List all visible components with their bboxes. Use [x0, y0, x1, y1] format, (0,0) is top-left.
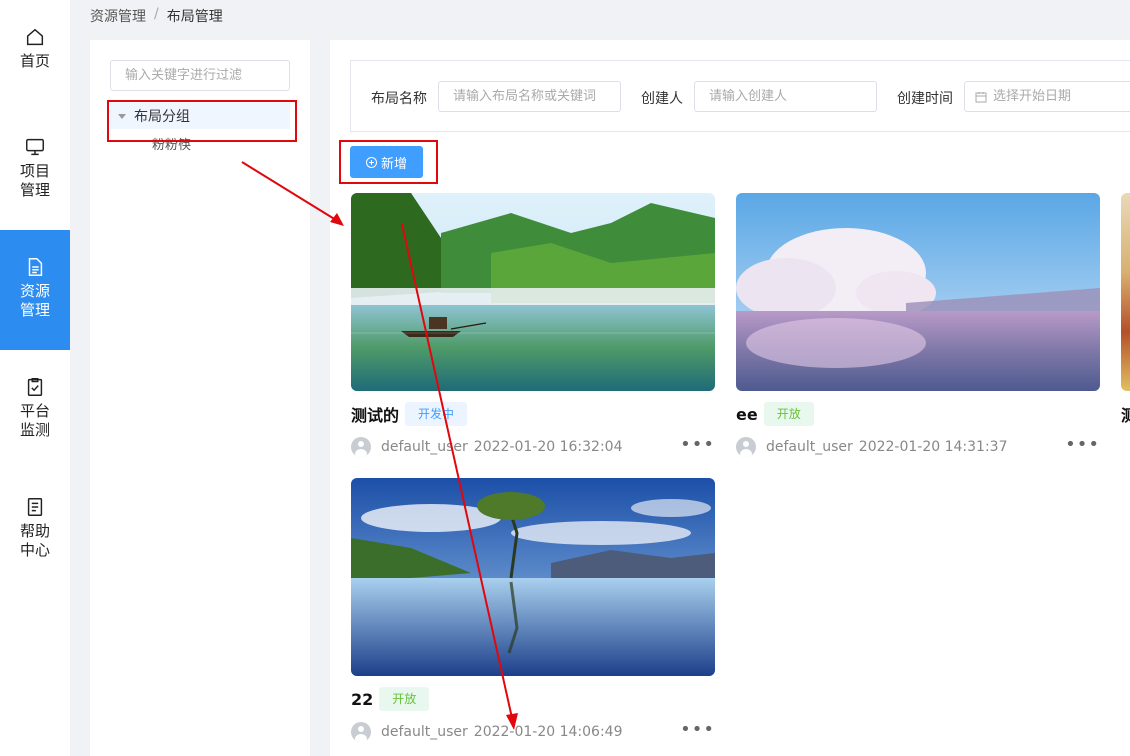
- card-title: ee: [736, 404, 758, 424]
- card-title: 测试的: [351, 406, 400, 425]
- nav-label: 项目 管理: [19, 162, 50, 199]
- nav-label: 首页: [19, 52, 50, 70]
- status-badge: 开放: [379, 687, 430, 711]
- nav-item-monitor[interactable]: 平台 监测: [0, 376, 70, 440]
- status-badge: 开发中: [405, 402, 468, 426]
- monitor-icon: [26, 138, 44, 156]
- more-options-icon[interactable]: •••: [680, 721, 715, 739]
- start-date-placeholder: 选择开始日期: [993, 89, 1072, 104]
- layout-card[interactable]: 测: [1121, 193, 1130, 458]
- left-nav: 首页 项目 管理 资源 管理 平台 监测 帮助 中心: [0, 0, 70, 756]
- start-date-picker[interactable]: 选择开始日期: [964, 81, 1130, 112]
- creator-input[interactable]: 请输入创建人: [694, 81, 877, 112]
- more-options-icon[interactable]: •••: [680, 436, 715, 454]
- breadcrumb-separator: /: [154, 6, 159, 22]
- card-time: 2022-01-20 16:32:04: [473, 439, 623, 455]
- annotation-box-add-button: [339, 140, 438, 184]
- document-icon: [28, 258, 43, 276]
- main-panel: 布局名称 请输入布局名称或关键词 创建人 请输入创建人 创建时间 选择开始日期 …: [330, 40, 1130, 756]
- card-thumbnail-lake-boat[interactable]: [351, 193, 715, 391]
- layout-card[interactable]: ee 开放 default_user 2022-01-20 14:31:37 •…: [736, 193, 1100, 458]
- breadcrumb: 资源管理 / 布局管理: [90, 6, 223, 26]
- nav-label: 平台 监测: [19, 402, 50, 439]
- card-user: default_user: [766, 439, 853, 455]
- avatar: [351, 722, 371, 742]
- layout-card[interactable]: 测试的 开发中 default_user 2022-01-20 16:32:04…: [351, 193, 715, 458]
- avatar: [351, 437, 371, 457]
- card-time: 2022-01-20 14:06:49: [473, 724, 623, 740]
- card-title: 22: [351, 689, 374, 709]
- nav-label: 资源 管理: [19, 282, 50, 319]
- status-badge: 开放: [763, 402, 814, 426]
- create-time-label: 创建时间: [897, 91, 953, 107]
- layout-name-input[interactable]: 请输入布局名称或关键词: [438, 81, 621, 112]
- breadcrumb-item: 布局管理: [166, 9, 223, 25]
- nav-item-project[interactable]: 项目 管理: [0, 136, 70, 200]
- nav-label: 帮助 中心: [19, 522, 50, 559]
- card-user: default_user: [381, 439, 468, 455]
- card-title: 测: [1121, 406, 1130, 425]
- card-thumbnail-tree-lake[interactable]: [351, 478, 715, 676]
- avatar: [736, 437, 756, 457]
- layout-name-label: 布局名称: [371, 91, 427, 107]
- home-icon: [26, 28, 44, 46]
- more-options-icon[interactable]: •••: [1065, 436, 1100, 454]
- calendar-icon: [975, 91, 987, 102]
- clipboard-check-icon: [27, 378, 43, 396]
- card-thumbnail-partial[interactable]: [1121, 193, 1130, 391]
- layout-card[interactable]: 22 开放 default_user 2022-01-20 14:06:49 •…: [351, 478, 715, 743]
- card-user: default_user: [381, 724, 468, 740]
- breadcrumb-item[interactable]: 资源管理: [90, 6, 146, 26]
- nav-item-home[interactable]: 首页: [0, 26, 70, 71]
- tree-filter-input[interactable]: 输入关键字进行过滤: [110, 60, 290, 91]
- nav-item-resource[interactable]: 资源 管理: [0, 230, 70, 350]
- annotation-box-tree-node: [107, 100, 297, 142]
- nav-item-help[interactable]: 帮助 中心: [0, 496, 70, 560]
- search-form: 布局名称 请输入布局名称或关键词 创建人 请输入创建人 创建时间 选择开始日期: [350, 60, 1130, 132]
- tree-panel: 输入关键字进行过滤 布局分组 粉粉筷: [90, 40, 310, 756]
- card-time: 2022-01-20 14:31:37: [858, 439, 1008, 455]
- card-thumbnail-frost-lake[interactable]: [736, 193, 1100, 391]
- help-doc-icon: [27, 498, 43, 516]
- creator-label: 创建人: [641, 91, 683, 107]
